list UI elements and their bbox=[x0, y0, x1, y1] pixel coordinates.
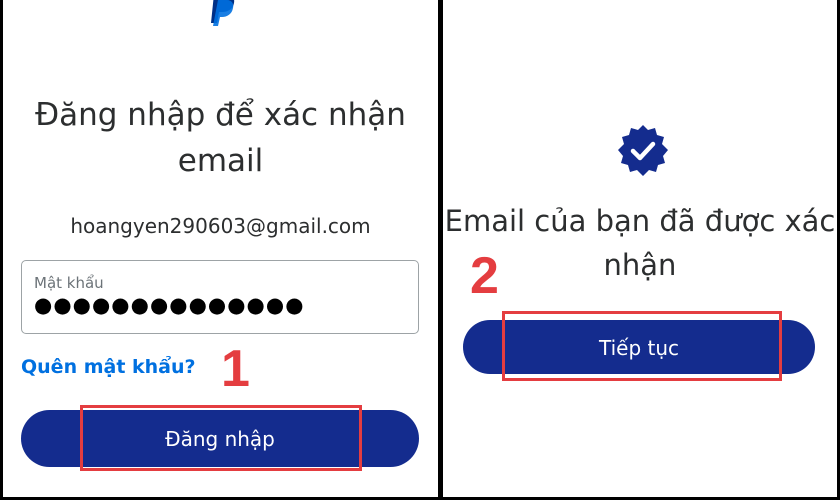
page-title: Đăng nhập để xác nhận email bbox=[35, 97, 406, 179]
login-panel: Đăng nhập để xác nhận email hoangyen2906… bbox=[3, 0, 438, 497]
account-email: hoangyen290603@gmail.com bbox=[70, 214, 371, 238]
paypal-logo-icon bbox=[211, 0, 235, 26]
step-number-annotation: 1 bbox=[221, 340, 250, 398]
confirmation-title: Email của bạn đã được xác nhận bbox=[444, 204, 836, 282]
forgot-password-link[interactable]: Quên mật khẩu? bbox=[21, 356, 196, 378]
password-field[interactable]: Mật khẩu bbox=[21, 260, 419, 334]
password-input[interactable] bbox=[32, 292, 402, 318]
continue-button[interactable]: Tiếp tục bbox=[463, 320, 815, 374]
password-label: Mật khẩu bbox=[34, 274, 104, 292]
screenshot-frame: Đăng nhập để xác nhận email hoangyen2906… bbox=[0, 0, 840, 500]
confirmation-panel: Email của bạn đã được xác nhận 2 Tiếp tụ… bbox=[443, 0, 837, 497]
verified-check-badge-icon bbox=[618, 125, 668, 176]
login-button[interactable]: Đăng nhập bbox=[21, 410, 419, 467]
step-number-annotation: 2 bbox=[470, 247, 499, 305]
